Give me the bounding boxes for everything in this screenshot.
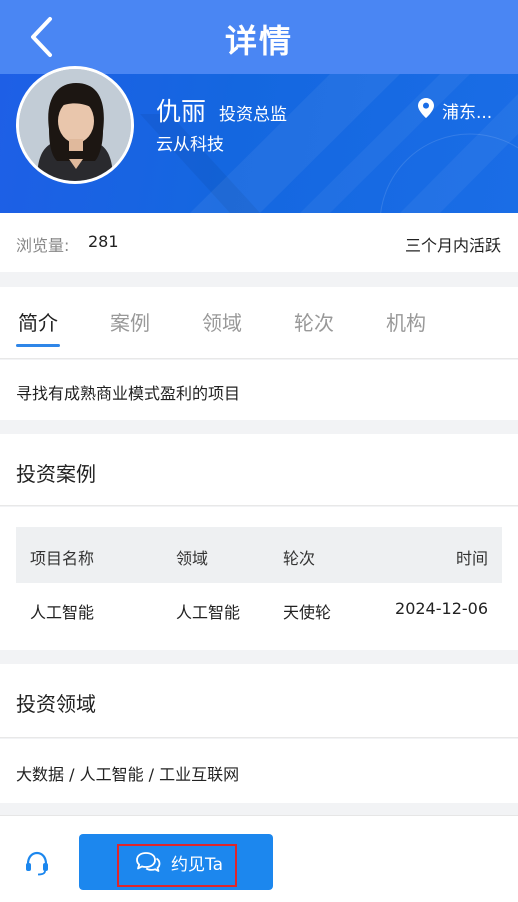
intro-text: 寻找有成熟商业模式盈利的项目	[16, 384, 241, 403]
location-pin-icon	[418, 98, 434, 118]
avatar-portrait	[19, 69, 131, 181]
section-tabs: 简介 案例 领域 轮次 机构	[0, 287, 518, 359]
table-cell: 人工智能	[176, 603, 241, 622]
cases-header: 投资案例	[0, 434, 518, 506]
domains-title: 投资领域	[16, 692, 96, 716]
views-count: 281	[88, 232, 119, 251]
nav-bar: 详情	[0, 0, 518, 74]
profile-company: 云从科技	[156, 135, 224, 155]
avatar	[16, 66, 134, 184]
column-header: 领域	[176, 549, 209, 568]
tab-domains[interactable]: 领域	[202, 307, 242, 336]
domains-text: 大数据 / 人工智能 / 工业互联网	[16, 765, 240, 784]
bottom-action-bar: 约见Ta	[0, 815, 518, 902]
tab-rounds[interactable]: 轮次	[294, 307, 334, 336]
domains-header: 投资领域	[0, 664, 518, 738]
column-header: 轮次	[283, 549, 316, 568]
headset-icon[interactable]	[24, 850, 50, 876]
profile-location[interactable]: 浦东...	[442, 98, 492, 123]
column-header: 时间	[455, 549, 488, 568]
tab-cases[interactable]: 案例	[110, 307, 150, 336]
tab-institutions[interactable]: 机构	[386, 307, 426, 336]
table-cell: 天使轮	[283, 603, 332, 622]
table-cell: 人工智能	[30, 603, 95, 622]
table-cell: 2024-12-06	[395, 599, 488, 618]
meet-button-label: 约见Ta	[171, 855, 223, 875]
cases-table: 项目名称 领域 轮次 时间 人工智能 人工智能 天使轮 2024-12-06	[0, 507, 518, 650]
meet-button[interactable]: 约见Ta	[79, 834, 273, 890]
domains-section: 大数据 / 人工智能 / 工业互联网	[0, 739, 518, 803]
intro-section: 寻找有成熟商业模式盈利的项目	[0, 360, 518, 420]
profile-role: 投资总监	[219, 105, 287, 125]
stats-row: 浏览量: 281 三个月内活跃	[0, 213, 518, 272]
tab-intro[interactable]: 简介	[18, 307, 58, 336]
active-tab-indicator	[16, 344, 60, 347]
chat-bubbles-icon	[136, 852, 161, 872]
views-label: 浏览量:	[16, 236, 70, 255]
activity-status: 三个月内活跃	[404, 236, 501, 255]
cases-title: 投资案例	[16, 462, 96, 486]
column-header: 项目名称	[30, 549, 95, 568]
profile-name: 仇丽	[156, 97, 207, 126]
table-header: 项目名称 领域 轮次 时间	[16, 527, 502, 583]
page-title: 详情	[224, 22, 293, 60]
